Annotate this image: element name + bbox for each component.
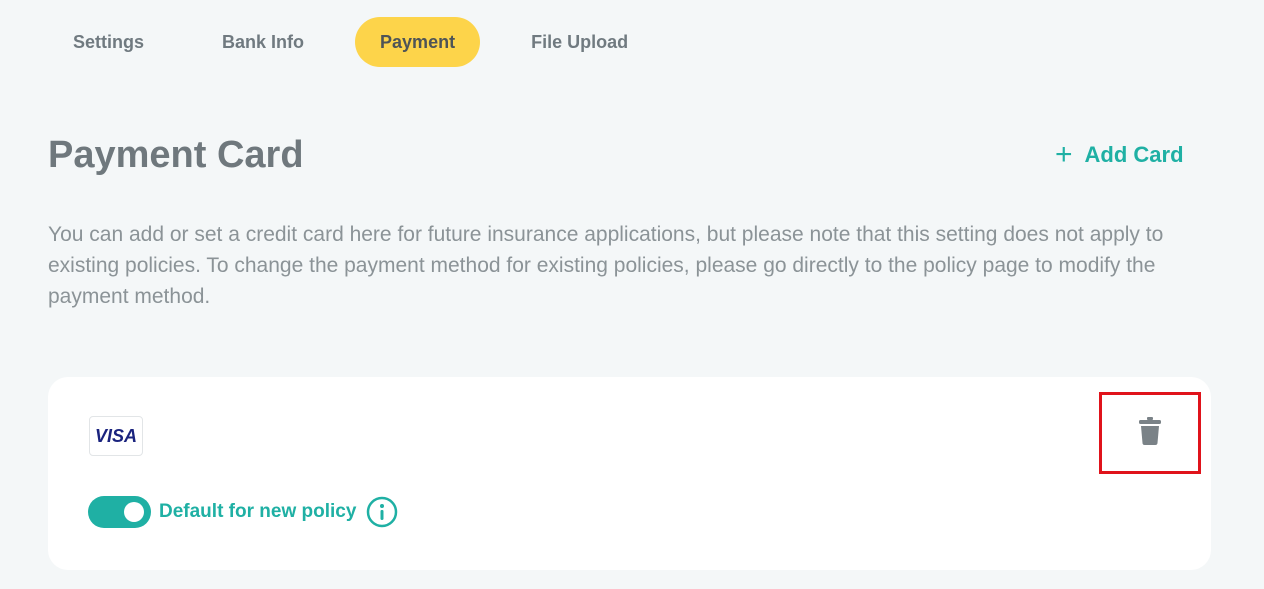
tab-file-upload[interactable]: File Upload xyxy=(506,17,653,67)
payment-card: VISA Default for new policy xyxy=(48,377,1211,570)
toggle-knob xyxy=(124,502,144,522)
add-card-button[interactable]: + Add Card xyxy=(1055,138,1184,171)
default-policy-label: Default for new policy xyxy=(159,501,357,522)
default-policy-toggle[interactable] xyxy=(88,496,151,528)
delete-card-button[interactable] xyxy=(1099,392,1201,474)
description-text: You can add or set a credit card here fo… xyxy=(48,223,1164,308)
page-title: Payment Card xyxy=(48,134,304,176)
trash-icon xyxy=(1139,416,1161,450)
tab-settings[interactable]: Settings xyxy=(48,17,169,67)
add-card-label: Add Card xyxy=(1084,142,1184,167)
tab-payment[interactable]: Payment xyxy=(355,17,481,67)
info-icon[interactable] xyxy=(366,496,398,528)
plus-icon: + xyxy=(1055,138,1073,171)
tab-bank-info[interactable]: Bank Info xyxy=(197,17,329,67)
tab-bar: Settings Bank Info Payment File Upload xyxy=(48,17,653,67)
visa-logo: VISA xyxy=(89,416,143,456)
default-policy-row: Default for new policy xyxy=(88,496,398,528)
